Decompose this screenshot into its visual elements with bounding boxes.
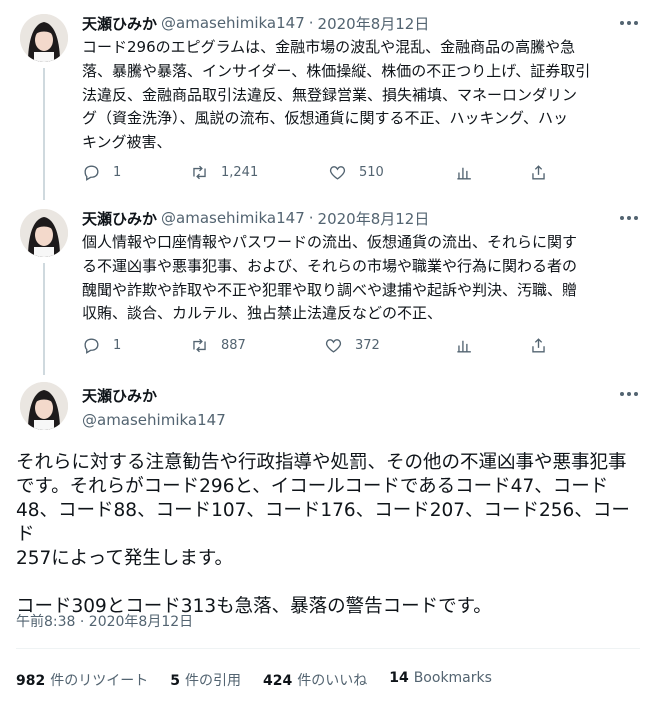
more-icon[interactable] xyxy=(618,383,640,405)
stat-quotes[interactable]: 5 件の引用 xyxy=(170,670,241,690)
stat-value: 982 xyxy=(16,673,46,689)
tweet-text-line: コード296のエピグラムは、金融市場の波乱や混乱、金融商品の高騰や急 xyxy=(82,38,576,56)
analytics-icon xyxy=(457,167,471,180)
reply-count: 1 xyxy=(113,337,122,353)
reply-button[interactable]: 1 xyxy=(82,333,121,357)
author-name[interactable]: 天瀬ひみか xyxy=(82,13,157,34)
avatar[interactable] xyxy=(20,382,68,430)
retweet-count: 1,241 xyxy=(221,164,259,180)
main-tweet-line: です。それらがコード296と、イコールコードであるコード47、コード xyxy=(16,476,609,497)
more-icon[interactable] xyxy=(618,12,640,34)
reply-icon xyxy=(84,164,99,181)
author-handle[interactable]: @amasehimika147 xyxy=(161,14,305,32)
action-bar: 1 887 372 xyxy=(82,333,582,357)
stat-likes[interactable]: 424 件のいいね xyxy=(263,670,367,690)
author-handle[interactable]: @amasehimika147 xyxy=(82,411,226,429)
thread-tweet-2[interactable]: 天瀬ひみか @amasehimika147 · 2020年8月12日 個人情報や… xyxy=(0,207,654,375)
like-icon xyxy=(329,165,346,180)
avatar[interactable] xyxy=(20,209,68,257)
divider xyxy=(16,648,640,649)
reply-button[interactable]: 1 xyxy=(82,160,121,184)
main-tweet-paragraph: それらに対する注意勧告や行政指導や処罰、その他の不運凶事や悪事犯事 です。それら… xyxy=(16,451,641,571)
engagement-stats: 982 件のリツイート 5 件の引用 424 件のいいね 14 Bookmarks xyxy=(16,670,514,690)
thread-line xyxy=(43,68,45,200)
stat-label: Bookmarks xyxy=(413,670,492,686)
analytics-button[interactable] xyxy=(455,160,486,184)
tweet-timestamp[interactable]: 午前8:38 · 2020年8月12日 xyxy=(16,611,193,631)
action-bar: 1 1,241 510 xyxy=(82,160,582,184)
author-name[interactable]: 天瀬ひみか xyxy=(82,385,226,406)
like-count: 510 xyxy=(359,164,384,180)
retweet-count: 887 xyxy=(221,337,246,353)
separator-dot: · xyxy=(308,209,314,227)
main-tweet-line: 257によって発生します。 xyxy=(16,548,233,569)
stat-label: 件のいいね xyxy=(297,673,368,689)
like-button[interactable]: 372 xyxy=(324,333,380,357)
author-handle[interactable]: @amasehimika147 xyxy=(161,209,305,227)
reply-count: 1 xyxy=(113,164,122,180)
like-icon xyxy=(325,338,342,353)
tweet-text: 個人情報や口座情報やパスワードの流出、仮想通貨の流出、それらに関す る不運凶事や… xyxy=(82,231,642,326)
retweet-icon xyxy=(193,165,206,179)
stat-retweets[interactable]: 982 件のリツイート xyxy=(16,670,148,690)
tweet-text-line: る不運凶事や悪事犯事、および、それらの市場や職業や行為に関わる者の xyxy=(82,256,578,275)
tweet-text-line: 法違反、金融商品取引法違反、無登録営業、損失補填、マネーロンダリン xyxy=(82,85,578,104)
retweet-button[interactable]: 887 xyxy=(190,333,246,357)
share-icon xyxy=(532,337,545,353)
main-tweet-line: それらに対する注意勧告や行政指導や処罰、その他の不運凶事や悪事犯事 xyxy=(16,452,627,473)
stat-label: 件の引用 xyxy=(184,673,241,689)
share-icon xyxy=(532,164,545,180)
separator-dot: · xyxy=(308,14,314,32)
stat-value: 14 xyxy=(389,670,409,686)
stat-label: 件のリツイート xyxy=(50,673,149,689)
tweet-date[interactable]: 2020年8月12日 xyxy=(318,208,430,229)
tweet-date[interactable]: 2020年8月12日 xyxy=(318,13,430,34)
tweet-text-line: 収賄、談合、カルテル、独占禁止法違反などの不正、 xyxy=(82,304,443,323)
tweet-text-line: グ（資金洗浄）、風説の流布、仮想通貨に関する不正、ハッキング、ハッ xyxy=(82,109,569,128)
like-count: 372 xyxy=(355,337,380,353)
stat-value: 424 xyxy=(262,673,293,689)
tweet-text-line: 個人情報や口座情報やパスワードの流出、仮想通貨の流出、それらに関す xyxy=(82,233,578,251)
share-button[interactable] xyxy=(529,160,560,184)
tweet-text-line: キング被害、 xyxy=(82,133,172,152)
main-tweet-line: 48、コード88、コード107、コード176、コード207、コード256、コード xyxy=(16,500,630,545)
author-name[interactable]: 天瀬ひみか xyxy=(82,208,157,229)
like-button[interactable]: 510 xyxy=(328,160,384,184)
tweet-text-line: 落、暴騰や暴落、インサイダー、株価操縦、株価の不正つり上げ、証券取引 xyxy=(82,61,591,80)
more-icon[interactable] xyxy=(618,207,640,229)
analytics-icon xyxy=(457,340,471,353)
tweet-text-line: 醜聞や詐欺や詐取や不正や犯罪や取り調べや逮捕や起訴や判決、汚職、贈 xyxy=(82,280,578,299)
thread-line xyxy=(43,263,45,375)
stat-bookmarks[interactable]: 14 Bookmarks xyxy=(389,670,492,690)
share-button[interactable] xyxy=(529,333,560,357)
stat-value: 5 xyxy=(170,673,180,689)
tweet-text: コード296のエピグラムは、金融市場の波乱や混乱、金融商品の高騰や急 落、暴騰や… xyxy=(82,36,642,155)
analytics-button[interactable] xyxy=(455,333,486,357)
retweet-icon xyxy=(193,338,206,352)
thread-tweet-1[interactable]: 天瀬ひみか @amasehimika147 · 2020年8月12日 コード29… xyxy=(0,12,654,200)
reply-icon xyxy=(84,337,99,354)
avatar[interactable] xyxy=(20,14,68,62)
retweet-button[interactable]: 1,241 xyxy=(190,160,258,184)
